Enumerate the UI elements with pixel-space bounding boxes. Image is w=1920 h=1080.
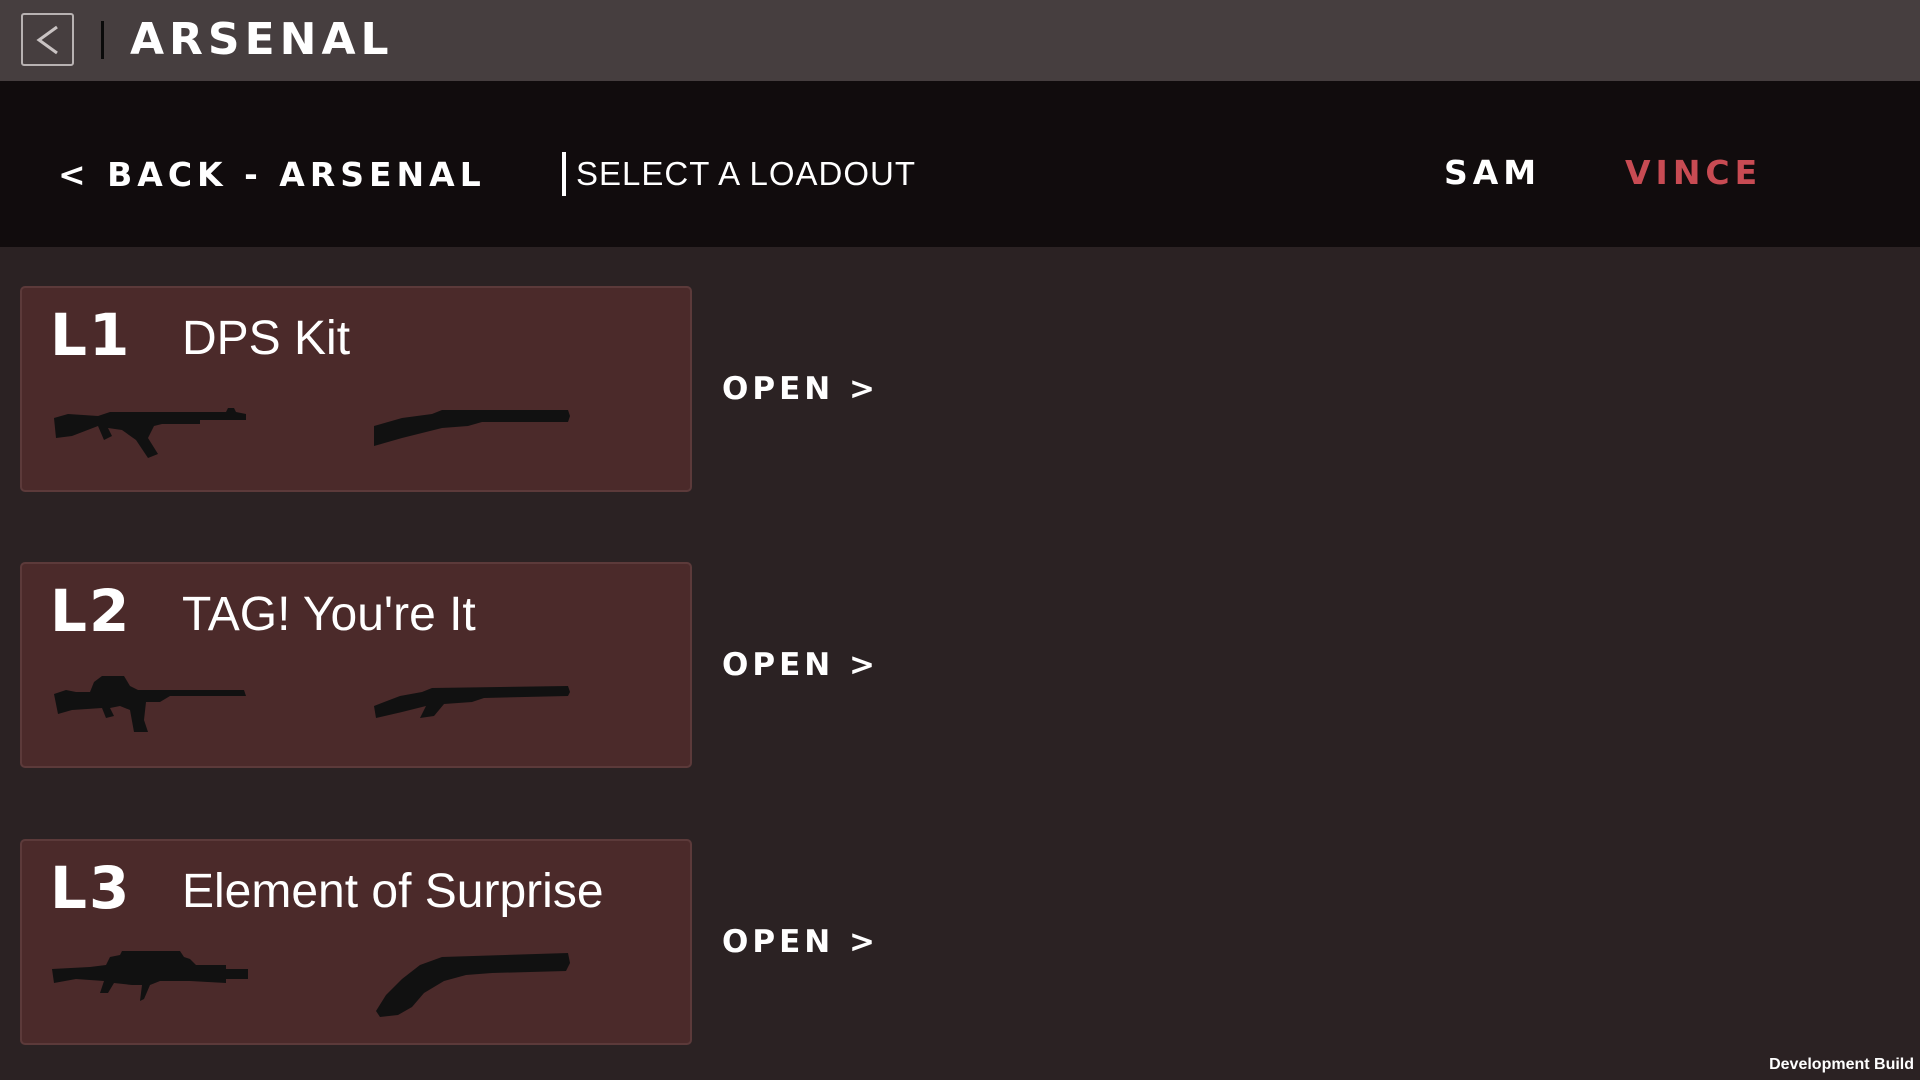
loadout-id: L1 [50, 301, 132, 369]
loadout-name: Element of Surprise [182, 865, 604, 918]
page-title: ARSENAL [130, 14, 394, 65]
tab-sam[interactable]: SAM [1444, 150, 1541, 196]
loadout-card-2[interactable]: L2 TAG! You're It [20, 562, 692, 768]
loadout-card-3[interactable]: L3 Element of Surprise [20, 839, 692, 1045]
loadout-name: TAG! You're It [182, 588, 476, 641]
breadcrumb-subtitle: SELECT A LOADOUT [562, 152, 916, 196]
sawed-off-shotgun-icon [376, 953, 570, 1017]
assault-rifle-icon [54, 408, 246, 458]
loadout-card-1[interactable]: L1 DPS Kit [20, 286, 692, 492]
open-loadout-3-button[interactable]: OPEN > [722, 922, 879, 962]
loadout-id: L2 [50, 577, 132, 645]
shotgun-icon [374, 410, 570, 446]
open-loadout-2-button[interactable]: OPEN > [722, 645, 879, 685]
open-loadout-1-button[interactable]: OPEN > [722, 369, 879, 409]
tab-vince[interactable]: VINCE [1625, 150, 1762, 196]
sniper-rifle-icon [52, 951, 248, 1001]
loadout-name: DPS Kit [182, 312, 351, 365]
breadcrumb-back-link[interactable]: < BACK - ARSENAL [58, 150, 486, 200]
development-build-label: Development Build [1769, 1056, 1914, 1073]
title-separator [101, 21, 104, 59]
back-button[interactable] [21, 13, 74, 66]
shotgun-icon [374, 686, 570, 718]
chevron-left-icon [35, 25, 58, 54]
loadout-id: L3 [50, 854, 132, 922]
carbine-rifle-icon [54, 676, 246, 732]
